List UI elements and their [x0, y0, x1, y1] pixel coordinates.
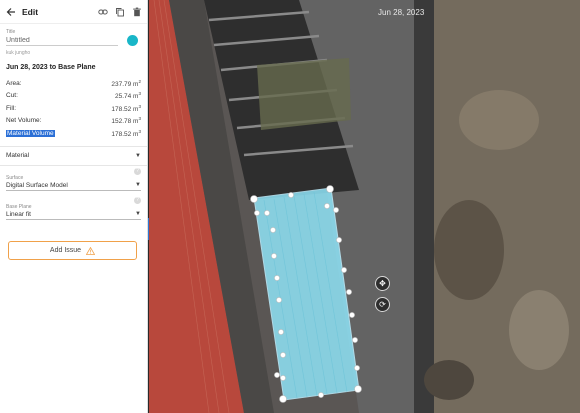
- metric-value: 152.78 m3: [111, 116, 141, 126]
- metric-value: 237.79 m2: [111, 78, 141, 88]
- surface-select[interactable]: Surface Digital Surface Model ▼: [6, 175, 141, 191]
- metric-label-selected[interactable]: Material Volume: [6, 129, 55, 137]
- metric-label: Net Volume:: [6, 117, 42, 125]
- help-icon[interactable]: ?: [134, 167, 141, 175]
- divider: [0, 164, 147, 166]
- metric-row-cut: Cut: 25.74 m3: [6, 90, 141, 103]
- copy-icon[interactable]: [113, 5, 126, 18]
- metric-row-material-volume: Material Volume 178.52 m3: [6, 127, 141, 140]
- metric-label: Area:: [6, 79, 22, 87]
- link-icon[interactable]: [96, 5, 109, 18]
- metric-label: Fill:: [6, 104, 17, 112]
- arrow-left-icon[interactable]: [4, 5, 18, 19]
- author-name: kuk jungho: [6, 50, 31, 56]
- base-plane-select[interactable]: Base Plane Linear fit ▼: [6, 204, 141, 220]
- trash-icon[interactable]: [130, 5, 143, 18]
- comparison-heading: Jun 28, 2023 to Base Plane: [6, 64, 96, 71]
- caret-down-icon: ▼: [135, 211, 141, 217]
- base-plane-value: Linear fit: [6, 210, 31, 218]
- metric-value: 178.52 m3: [111, 103, 141, 113]
- add-issue-button[interactable]: Add Issue: [8, 241, 137, 260]
- aerial-imagery: [149, 0, 580, 413]
- move-icon[interactable]: ✥: [375, 276, 390, 291]
- rotate-icon[interactable]: ⟳: [375, 297, 390, 312]
- color-swatch[interactable]: [127, 35, 138, 46]
- map-view[interactable]: Jun 28, 2023 ✥ ⟳: [149, 0, 580, 413]
- caret-down-icon: ▼: [135, 182, 141, 188]
- metrics-list: Area: 237.79 m2 Cut: 25.74 m3 Fill: 178.…: [6, 77, 141, 140]
- surface-value: Digital Surface Model: [6, 181, 68, 189]
- material-label: Material: [6, 152, 30, 159]
- help-icon[interactable]: ?: [134, 196, 141, 204]
- panel-title: Edit: [22, 6, 39, 17]
- metric-row-net-volume: Net Volume: 152.78 m3: [6, 115, 141, 128]
- edit-panel: Edit Title kuk jungho Jun 28, 2023 to Ba…: [0, 0, 148, 413]
- material-dropdown[interactable]: Material ▼: [6, 147, 141, 165]
- metric-row-fill: Fill: 178.52 m3: [6, 102, 141, 115]
- metric-row-area: Area: 237.79 m2: [6, 77, 141, 90]
- add-issue-label: Add Issue: [49, 247, 82, 254]
- title-input[interactable]: [6, 35, 118, 46]
- panel-toolbar: Edit: [0, 0, 147, 24]
- metric-value: 25.74 m3: [114, 91, 141, 101]
- caret-down-icon: ▼: [135, 152, 141, 159]
- metric-value: 178.52 m3: [111, 128, 141, 138]
- capture-date: Jun 28, 2023: [378, 8, 425, 17]
- metric-label: Cut:: [6, 92, 18, 100]
- warning-icon: [86, 246, 96, 255]
